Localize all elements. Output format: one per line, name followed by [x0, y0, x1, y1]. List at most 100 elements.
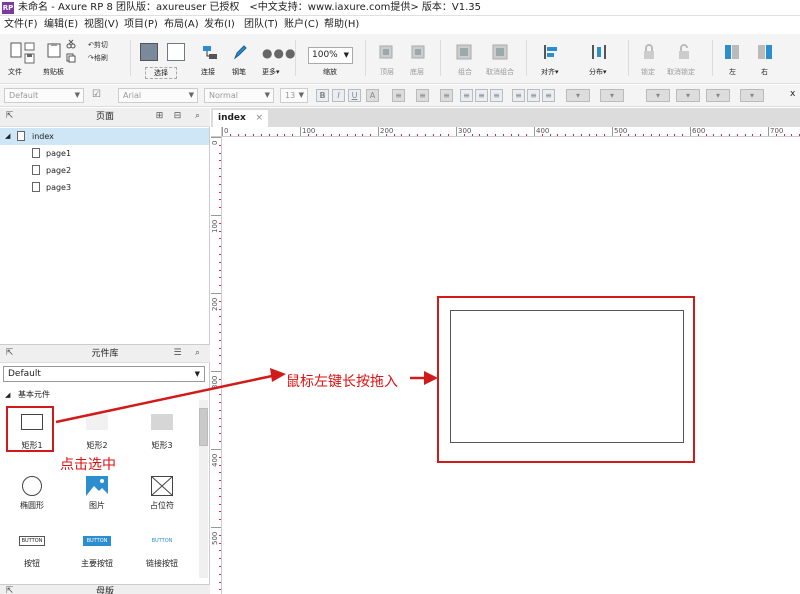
ruler-tick [219, 285, 221, 287]
search-icon[interactable]: ⌕ [192, 111, 203, 122]
search-icon[interactable]: ⌕ [192, 348, 203, 359]
line-spacing-icon[interactable]: ≡ [416, 89, 429, 102]
pen-icon[interactable] [232, 44, 248, 60]
rectangle-icon [86, 414, 108, 430]
tree-item-index[interactable]: ◢ index [0, 128, 209, 145]
align-icon[interactable] [543, 44, 559, 60]
paste-icon[interactable] [46, 42, 62, 58]
tree-item-page1[interactable]: page1 [0, 145, 209, 162]
category-header[interactable]: ◢ 基本元件 [0, 387, 209, 403]
copy-icon[interactable] [66, 53, 76, 63]
ruler-tick [219, 363, 221, 365]
ruler-tick [682, 134, 684, 136]
send-to-back-icon[interactable] [410, 44, 426, 60]
align-center-icon[interactable]: ≡ [475, 89, 488, 102]
group-icon[interactable] [456, 44, 472, 60]
widget-ellipse[interactable]: 椭圆形 [2, 472, 62, 532]
format-painter-label[interactable]: ↷格刷 [88, 53, 108, 63]
fill-color-icon[interactable]: ▾ [566, 89, 590, 102]
widget-primary-button[interactable]: BUTTON 主要按钮 [67, 532, 127, 592]
cut-label[interactable]: ↶剪切 [88, 40, 108, 50]
menu-publish[interactable]: 发布(I) [204, 16, 235, 33]
menu-arrange[interactable]: 布局(A) [164, 16, 199, 33]
ungroup-icon[interactable] [492, 44, 508, 60]
widget-placeholder[interactable]: 占位符 [132, 472, 192, 532]
valign-bottom-icon[interactable]: ≡ [542, 89, 555, 102]
scissors-icon[interactable] [66, 39, 76, 49]
font-size-select[interactable]: 13 ▼ [280, 88, 308, 103]
font-select[interactable]: Arial ▼ [118, 88, 198, 103]
italic-button[interactable]: I [332, 89, 345, 102]
add-folder-icon[interactable]: ⊟ [172, 111, 183, 122]
arrow-style-icon[interactable]: ▾ [740, 89, 764, 102]
dropped-rectangle[interactable] [450, 310, 684, 443]
new-file-icon[interactable] [8, 42, 24, 58]
expand-arrow-icon[interactable]: ◢ [5, 128, 10, 145]
menu-view[interactable]: 视图(V) [84, 16, 119, 33]
scrollbar-thumb[interactable] [199, 408, 208, 446]
menu-edit[interactable]: 编辑(E) [44, 16, 78, 33]
expand-arrow-icon[interactable]: ◢ [5, 387, 10, 403]
shadow-icon[interactable]: ▾ [600, 89, 624, 102]
ruler-tick [518, 134, 520, 136]
line-width-icon[interactable]: ▾ [676, 89, 700, 102]
right-panel-icon[interactable] [757, 44, 773, 60]
more-label[interactable]: 更多▾ [262, 67, 280, 77]
menu-help[interactable]: 帮助(H) [324, 16, 359, 33]
spacing-icon[interactable]: ≡ [440, 89, 453, 102]
widget-button[interactable]: BUTTON 按钮 [2, 532, 62, 592]
open-folder-icon[interactable] [24, 40, 35, 51]
distribute-label[interactable]: 分布▾ [589, 67, 607, 77]
line-color-icon[interactable]: ▾ [646, 89, 670, 102]
menu-project[interactable]: 项目(P) [124, 16, 158, 33]
style-edit-icon[interactable]: ☑ [92, 89, 101, 100]
menu-file[interactable]: 文件(F) [4, 16, 38, 33]
tree-item-page2[interactable]: page2 [0, 162, 209, 179]
drag-in-annotation: 鼠标左键长按拖入 [286, 374, 398, 390]
cut-text: 剪切 [93, 41, 108, 49]
close-icon[interactable]: × [255, 110, 263, 127]
bring-to-front-icon[interactable] [378, 44, 394, 60]
ruler-tick [354, 134, 356, 136]
chevron-down-icon: ▼ [188, 91, 194, 99]
bottom-label: 底层 [410, 68, 424, 76]
toolbar-separator [295, 40, 296, 76]
align-left-icon[interactable]: ≡ [460, 89, 473, 102]
style-select[interactable]: Default ▼ [4, 88, 84, 103]
widget-image[interactable]: 图片 [67, 472, 127, 532]
tree-item-page3[interactable]: page3 [0, 179, 209, 196]
font-color-icon[interactable]: A [366, 89, 379, 102]
left-panel-icon[interactable] [724, 44, 740, 60]
font-weight-select[interactable]: Normal ▼ [204, 88, 274, 103]
valign-middle-icon[interactable]: ≡ [527, 89, 540, 102]
menu-team[interactable]: 团队(T) [244, 16, 278, 33]
menu-icon[interactable]: ☰ [172, 348, 183, 359]
horizontal-ruler: 0 100 200 300 400 500 600 700 [222, 127, 800, 137]
align-right-icon[interactable]: ≡ [490, 89, 503, 102]
select-tool-icon[interactable] [140, 43, 158, 61]
library-scrollbar[interactable] [199, 400, 208, 578]
design-canvas[interactable] [223, 138, 800, 594]
tab-index[interactable]: index × [213, 110, 268, 127]
widget-link-button[interactable]: BUTTON 链接按钮 [132, 532, 192, 592]
unlock-icon[interactable] [676, 44, 692, 60]
ruler-tick [502, 134, 504, 136]
line-style-icon[interactable]: ▾ [706, 89, 730, 102]
align-label[interactable]: 对齐▾ [541, 67, 559, 77]
lock-icon[interactable] [641, 44, 657, 60]
underline-button[interactable]: U [348, 89, 361, 102]
connector-icon[interactable] [202, 44, 218, 60]
select-contained-icon[interactable] [167, 43, 185, 61]
menu-account[interactable]: 账户(C) [284, 16, 319, 33]
widget-rectangle3[interactable]: 矩形3 [132, 404, 192, 464]
add-page-icon[interactable]: ⊞ [154, 111, 165, 122]
distribute-icon[interactable] [591, 44, 607, 60]
more-dots-icon[interactable]: ●●● [262, 46, 296, 60]
zoom-select[interactable]: 100% ▼ [308, 47, 353, 64]
bullet-list-icon[interactable]: ≡ [392, 89, 405, 102]
valign-top-icon[interactable]: ≡ [512, 89, 525, 102]
select-label[interactable]: 选择 [145, 67, 177, 79]
library-select[interactable]: Default ▼ [3, 366, 205, 382]
bold-button[interactable]: B [316, 89, 329, 102]
save-icon[interactable] [24, 53, 35, 64]
